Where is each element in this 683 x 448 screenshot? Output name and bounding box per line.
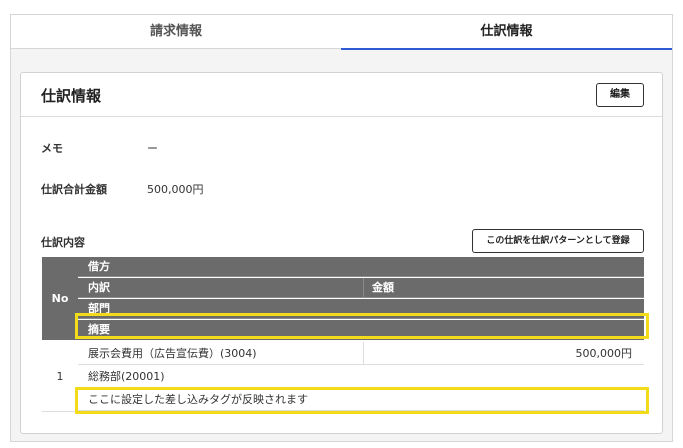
tab-bar: 請求情報 仕訳情報 xyxy=(11,15,672,50)
memo-label: メモ xyxy=(41,142,63,155)
row-amount: 500,000円 xyxy=(575,347,633,360)
row-breakdown: 展示会費用（広告宣伝費）(3004) xyxy=(78,342,364,365)
card-title: 仕訳情報 xyxy=(41,87,102,105)
header-amount: 金額 xyxy=(372,281,394,294)
header-no: No xyxy=(42,257,78,340)
journal-content-label: 仕訳内容 xyxy=(41,236,85,249)
header-breakdown: 内訳 xyxy=(78,278,364,298)
row-summary: ここに設定した差し込みタグが反映されます xyxy=(78,388,644,411)
journal-panel: 請求情報 仕訳情報 仕訳情報 編集 メモ ー 仕訳合計金額 500,000円 仕… xyxy=(10,14,673,442)
total-amount-label: 仕訳合計金額 xyxy=(41,183,107,196)
table-row: 展示会費用（広告宣伝費）(3004) 500,000円 xyxy=(78,342,644,365)
journal-card: 仕訳情報 編集 メモ ー 仕訳合計金額 500,000円 仕訳内容 この仕訳を仕… xyxy=(20,72,663,434)
tab-invoice-info[interactable]: 請求情報 xyxy=(11,15,341,49)
row-department: 総務部(20001) xyxy=(78,365,644,388)
header-breakdown-row: 内訳 金額 xyxy=(78,278,644,298)
header-debit: 借方 xyxy=(78,257,644,277)
header-summary: 摘要 xyxy=(78,320,644,340)
memo-value: ー xyxy=(147,142,158,155)
card-header: 仕訳情報 編集 xyxy=(21,73,662,117)
register-pattern-button[interactable]: この仕訳を仕訳パターンとして登録 xyxy=(472,229,644,253)
edit-button[interactable]: 編集 xyxy=(596,83,644,107)
tab-journal-info[interactable]: 仕訳情報 xyxy=(341,15,672,50)
header-department: 部門 xyxy=(78,299,644,319)
total-amount-value: 500,000円 xyxy=(147,183,204,196)
row-no: 1 xyxy=(42,342,78,412)
